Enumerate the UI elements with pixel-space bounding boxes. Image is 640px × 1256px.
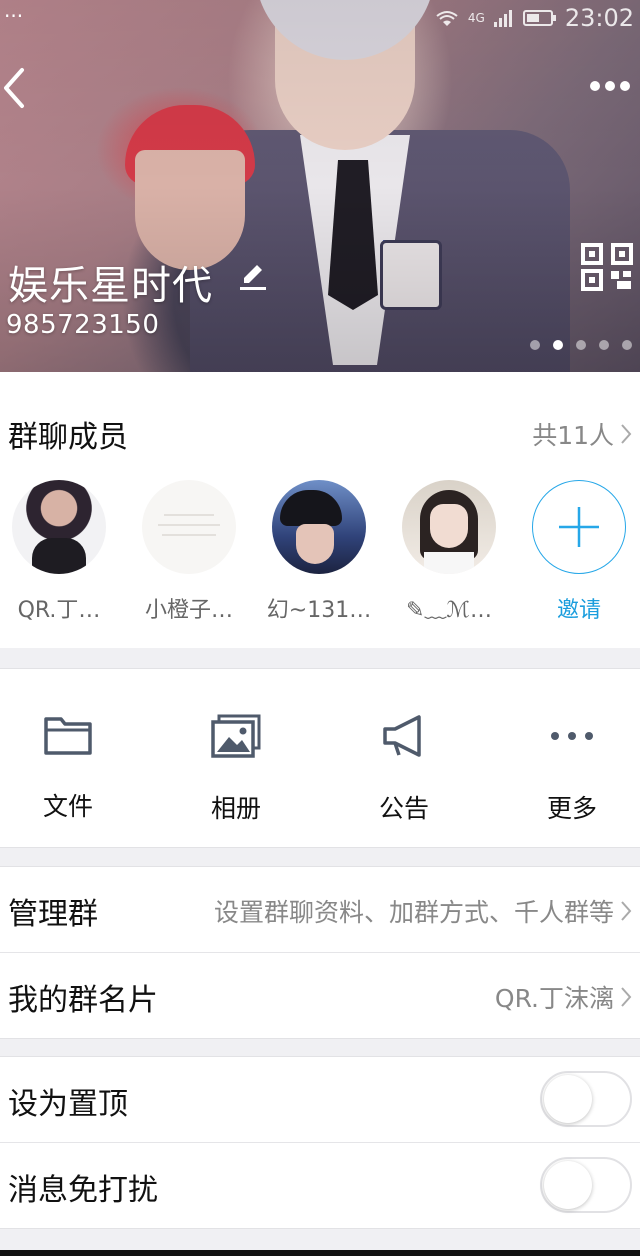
battery-icon: [522, 10, 556, 26]
manage-group-desc: 设置群聊资料、加群方式、千人群等: [213, 898, 614, 927]
member-name: ✎﹏ℳ…: [406, 598, 492, 623]
action-label: 相册: [210, 794, 261, 823]
member-item[interactable]: ✎﹏ℳ…: [384, 480, 514, 624]
group-settings-list: 管理群 设置群聊资料、加群方式、千人群等 我的群名片 QR.丁沫漓: [0, 866, 640, 1039]
members-count: 共11人: [532, 421, 614, 450]
action-label: 更多: [546, 794, 597, 823]
action-album[interactable]: 相册: [176, 713, 296, 825]
pin-top-row: 设为置顶: [0, 1057, 640, 1143]
status-right: 4G 23:02: [434, 4, 634, 32]
plus-icon: [559, 507, 599, 547]
album-icon: [211, 714, 261, 758]
action-more[interactable]: 更多: [512, 713, 632, 825]
status-dots: ···: [4, 4, 24, 28]
group-card-name: QR.丁沫漓: [494, 984, 614, 1013]
members-title: 群聊成员: [8, 420, 128, 455]
toggle-knob: [544, 1075, 592, 1123]
invite-label: 邀请: [556, 598, 601, 623]
action-announcement[interactable]: 公告: [344, 713, 464, 825]
invite-circle: [532, 480, 626, 574]
status-time: 23:02: [564, 4, 634, 32]
member-name: 幻~131…: [266, 598, 372, 623]
chevron-right-icon: [621, 901, 632, 921]
more-options-button[interactable]: [588, 74, 632, 98]
avatar: [142, 480, 236, 574]
group-name: 娱乐星时代: [8, 263, 213, 309]
bottom-edge: [0, 1250, 640, 1256]
toggle-knob: [544, 1161, 592, 1209]
signal-icon: [493, 10, 512, 27]
group-card-row[interactable]: 我的群名片 QR.丁沫漓: [0, 953, 640, 1038]
pager-dot[interactable]: [576, 340, 586, 350]
qr-code-icon: [581, 243, 633, 291]
action-label: 文件: [42, 792, 93, 821]
wifi-icon: [436, 11, 458, 26]
edit-name-button[interactable]: [238, 261, 268, 291]
toggle-settings-list: 设为置顶 消息免打扰: [0, 1056, 640, 1229]
more-dots-icon: [590, 81, 630, 91]
back-button[interactable]: [0, 62, 40, 114]
quick-actions: 文件 相册 公告 更多: [0, 668, 640, 848]
chevron-right-icon: [621, 424, 632, 444]
member-name: 小橙子…: [144, 598, 233, 623]
manage-group-row[interactable]: 管理群 设置群聊资料、加群方式、千人群等: [0, 867, 640, 953]
group-id: 985723150: [6, 310, 160, 340]
manage-group-value: 设置群聊资料、加群方式、千人群等: [214, 893, 632, 929]
member-item[interactable]: 幻~131…: [254, 480, 384, 624]
members-section: 群聊成员 共11人 QR.丁… 小橙子… 幻~131… ✎﹏ℳ… 邀请: [0, 372, 640, 648]
pager-dot[interactable]: [599, 340, 609, 350]
manage-group-label: 管理群: [8, 897, 98, 932]
avatar: [12, 480, 106, 574]
member-item[interactable]: 小橙子…: [124, 480, 254, 624]
action-label: 公告: [378, 794, 429, 823]
status-bar: ··· 4G 23:02: [0, 4, 640, 34]
member-item[interactable]: QR.丁…: [0, 480, 124, 624]
member-name: QR.丁…: [17, 598, 101, 623]
action-files[interactable]: 文件: [8, 713, 128, 823]
network-label: 4G: [467, 11, 485, 25]
mute-row: 消息免打扰: [0, 1143, 640, 1228]
group-card-label: 我的群名片: [8, 983, 158, 1018]
megaphone-icon: [383, 715, 421, 757]
folder-icon: [44, 717, 92, 755]
back-arrow-icon: [4, 68, 24, 108]
invite-button[interactable]: 邀请: [514, 480, 640, 624]
more-icon: [551, 732, 593, 740]
members-count-link[interactable]: 共11人: [532, 416, 632, 452]
chevron-right-icon: [621, 987, 632, 1007]
cover-pager[interactable]: [530, 340, 632, 350]
qr-code-button[interactable]: [581, 243, 633, 291]
mute-label: 消息免打扰: [8, 1173, 158, 1208]
pin-top-toggle[interactable]: [540, 1071, 632, 1127]
pencil-icon: [240, 265, 266, 290]
avatar: [402, 480, 496, 574]
pager-dot[interactable]: [622, 340, 632, 350]
pin-top-label: 设为置顶: [8, 1087, 128, 1122]
avatar: [272, 480, 366, 574]
pager-dot-active[interactable]: [553, 340, 563, 350]
group-card-value: QR.丁沫漓: [495, 979, 632, 1015]
mute-toggle[interactable]: [540, 1157, 632, 1213]
pager-dot[interactable]: [530, 340, 540, 350]
